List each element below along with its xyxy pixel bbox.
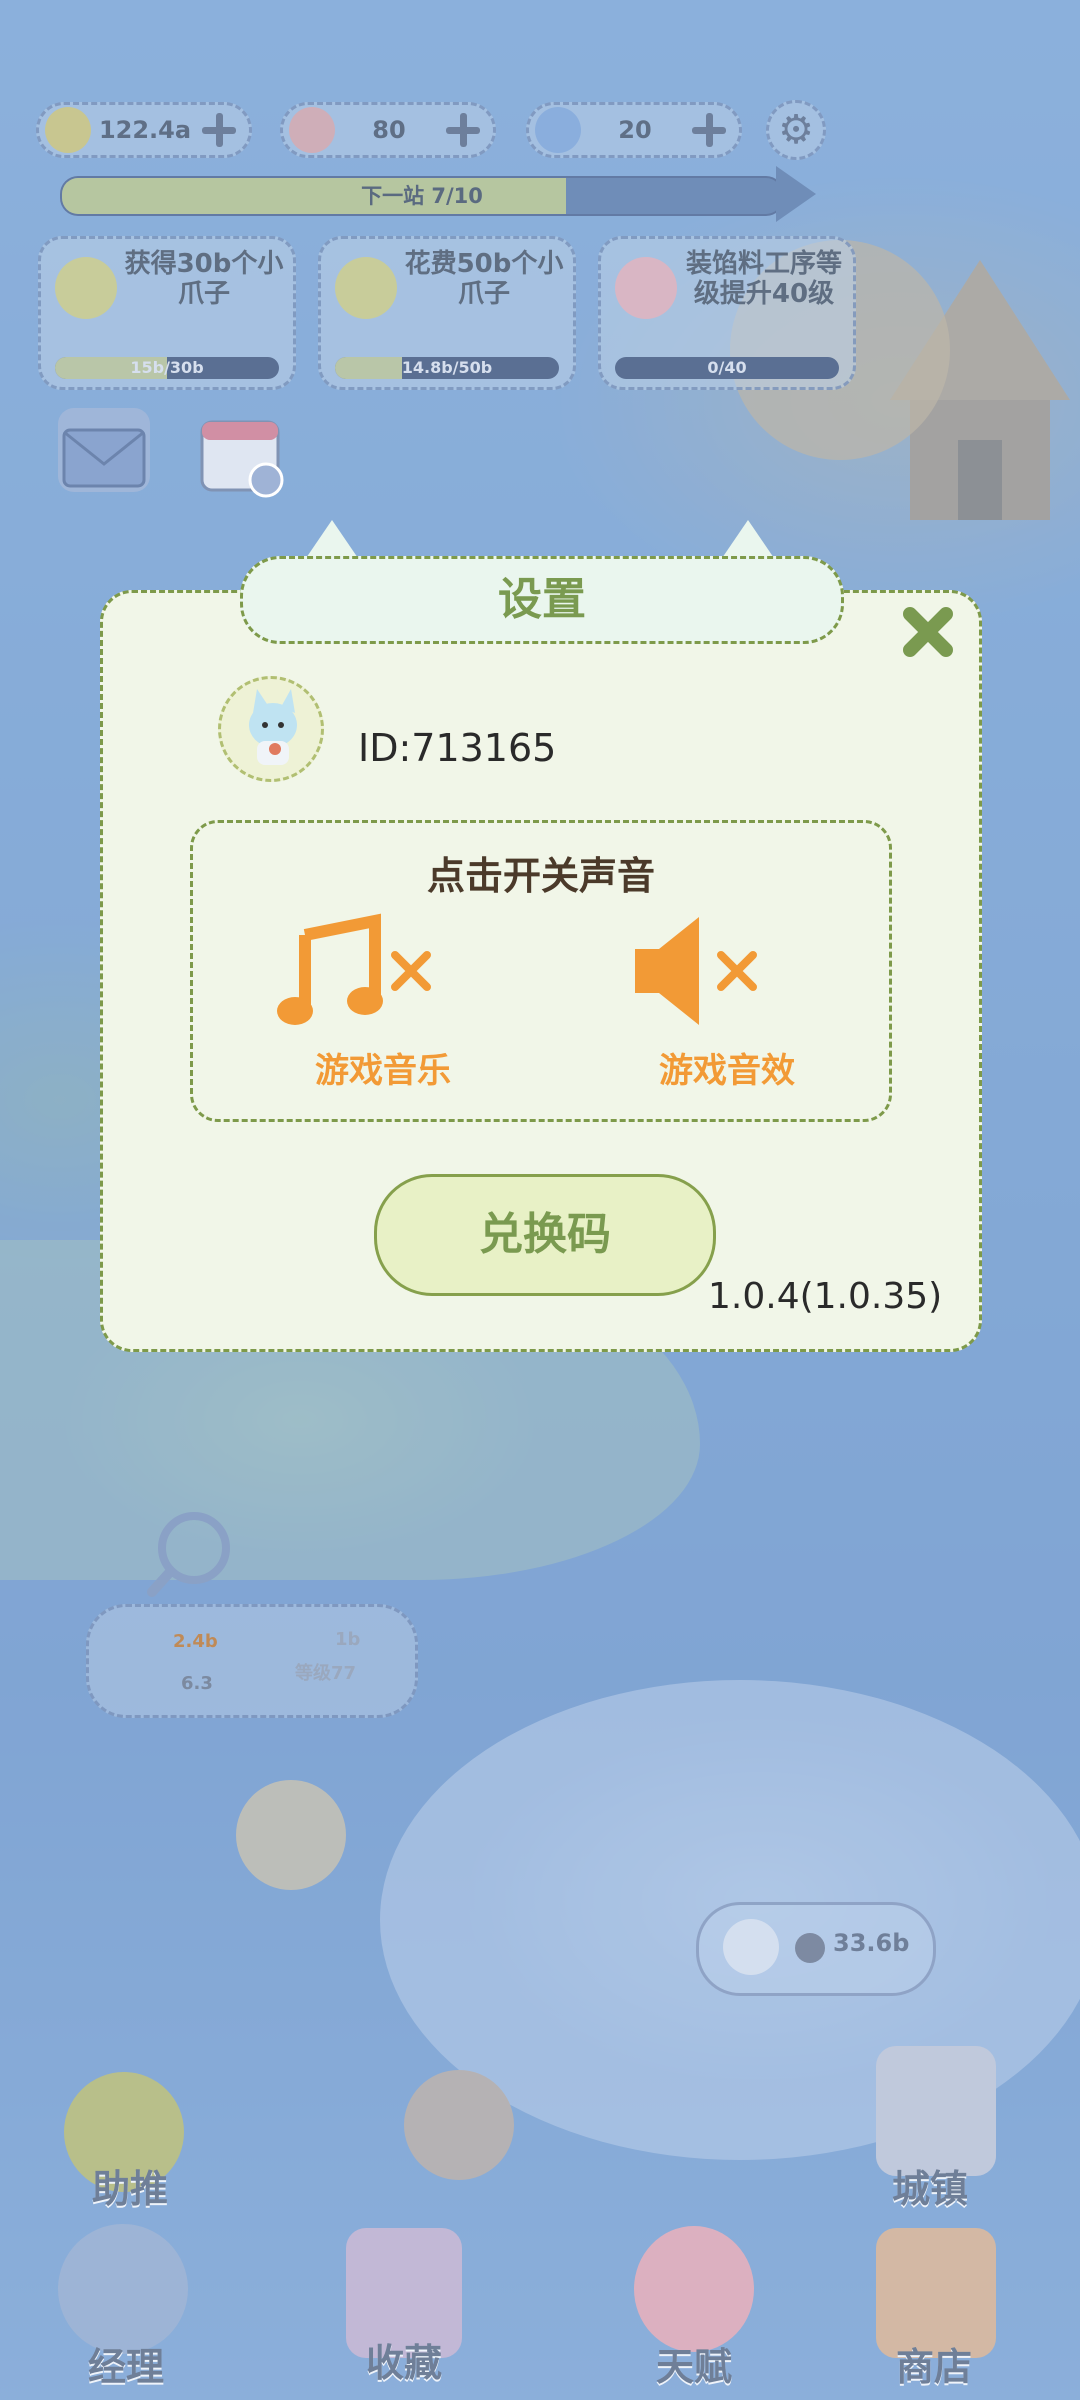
sound-panel-title: 点击开关声音 [426,854,655,898]
manager-avatar-icon [58,2224,188,2354]
next-stop-label: 下一站 7/10 [361,184,483,208]
gems-counter: 20 [526,102,742,158]
sound-toggle-panel: 点击开关声音 游戏音乐 游戏音效 [190,820,892,1122]
paw-spend-icon [335,257,397,319]
quest-progress-text: 0/40 [707,358,747,377]
dialog-title: 设置 [240,556,844,644]
redeem-code-button[interactable]: 兑换码 [374,1174,716,1296]
gear-icon[interactable]: ⚙ [766,100,826,160]
magnifier-icon[interactable] [146,1508,236,1598]
coin-icon [795,1933,825,1963]
quest-progress: 0/40 [615,357,839,379]
quest-card[interactable]: 装馅料工序等级提升40级 0/40 [598,236,856,390]
quest-title: 花费50b个小爪子 [404,249,564,309]
add-gems-button[interactable] [689,110,729,150]
quest-title: 装馅料工序等级提升40级 [685,249,842,309]
assist-button[interactable]: 助推 [60,2158,200,2213]
talent-tab[interactable]: 天赋 [624,2336,764,2391]
steam-bun-icon [723,1919,779,1975]
cat-talent-icon [634,2226,754,2352]
calendar-icon[interactable] [196,408,288,500]
music-toggle-button[interactable]: 游戏音乐 [273,913,493,1103]
level-up-icon [615,257,677,319]
quest-card[interactable]: 获得30b个小爪子 15b/30b [38,236,296,390]
music-muted-icon [277,913,431,1025]
user-id: ID:713165 [358,726,557,770]
town-button[interactable]: 城镇 [860,2158,1000,2213]
music-label: 游戏音乐 [315,1051,451,1091]
quest-progress-text: 15b/30b [130,358,204,377]
shells-value: 80 [372,116,406,144]
avatar[interactable] [218,676,324,782]
version-text: 1.0.4(1.0.35) [708,1276,943,1317]
paw-coins-value: 122.4a [98,116,192,144]
add-paw-coins-button[interactable] [199,110,239,150]
coin-bubble[interactable]: 33.6b [696,1902,936,1996]
mail-icon[interactable] [58,408,150,492]
collection-tab[interactable]: 收藏 [334,2332,474,2387]
manager-tab[interactable]: 经理 [56,2336,196,2391]
town-icon [876,2046,996,2176]
gems-value: 20 [618,116,652,144]
quest-card[interactable]: 花费50b个小爪子 14.8b/50b [318,236,576,390]
gem-icon [535,107,581,153]
quest-progress: 15b/30b [55,357,279,379]
sfx-toggle-button[interactable]: 游戏音效 [617,913,837,1103]
station-boost: 1b [335,1629,361,1650]
quest-progress-text: 14.8b/50b [401,358,493,377]
shop-tab[interactable]: 商店 [864,2336,1004,2391]
arrow-right-icon [776,166,816,222]
add-shells-button[interactable] [443,110,483,150]
station-income: 2.4b [173,1631,218,1652]
station-stats[interactable]: 2.4b 6.3 1b 等级77 [86,1604,418,1718]
station-level: 等级77 [295,1663,357,1684]
speaker-muted-icon [635,917,757,1025]
paw-icon [55,257,117,319]
quest-title: 获得30b个小爪子 [124,249,284,309]
paw-coins-counter: 122.4a [36,102,252,158]
next-stop-progress: 下一站 7/10 [60,176,784,216]
sfx-label: 游戏音效 [659,1051,795,1091]
quest-progress: 14.8b/50b [335,357,559,379]
close-icon[interactable] [900,604,956,660]
shells-counter: 80 [280,102,496,158]
station-time: 6.3 [181,1673,213,1694]
coin-bubble-value: 33.6b [833,1929,910,1957]
shell-icon [289,107,335,153]
paw-coin-icon [45,107,91,153]
